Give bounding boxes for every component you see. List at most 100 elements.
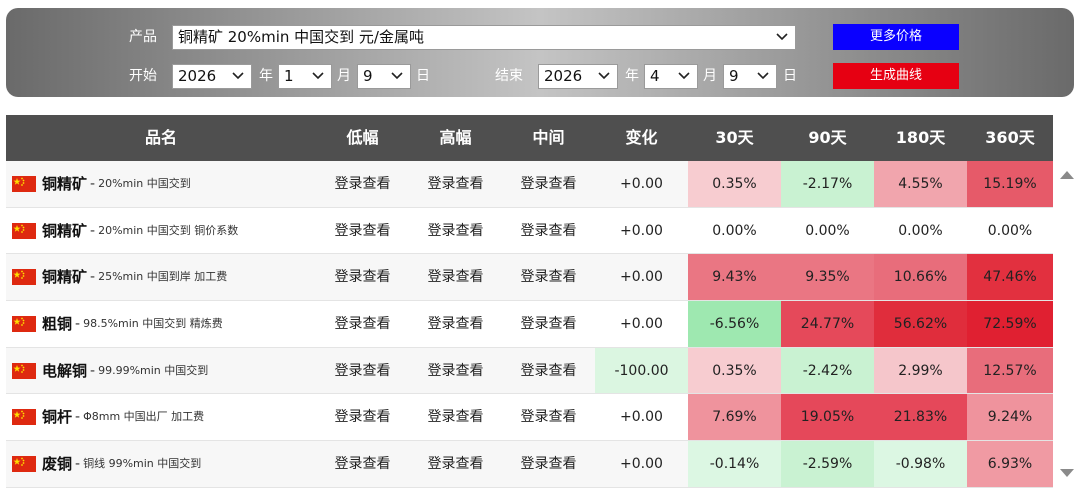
header-high: 高幅 <box>439 128 472 147</box>
table-row[interactable]: 电解铜 -99.99%min 中国交到 登录查看 登录查看 登录查看 -100.00 0.3… <box>6 347 1053 395</box>
table-row[interactable]: 铜精矿 -25%min 中国到岸 加工费 登录查看 登录查看 登录查看 +0.00 9.43… <box>6 254 1053 302</box>
change-360d-cell: 6.93% <box>967 441 1053 487</box>
high-price-cell[interactable]: 登录查看 <box>409 161 502 207</box>
product-cell[interactable]: 铜杆 - Φ8mm 中国出厂 加工费 <box>6 394 316 440</box>
product-name[interactable]: 粗铜 <box>42 301 72 347</box>
header-change: 变化 <box>625 128 658 147</box>
chevron-down-icon <box>678 72 690 80</box>
chevron-down-icon <box>312 72 324 80</box>
header-90d: 90天 <box>808 128 847 147</box>
product-cell[interactable]: 电解铜 -99.99%min 中国交到 <box>6 348 316 394</box>
high-price-cell[interactable]: 登录查看 <box>409 208 502 254</box>
header-180d: 180天 <box>895 128 946 147</box>
end-day-select[interactable]: 9 <box>723 64 777 89</box>
change-360d-cell: 9.24% <box>967 394 1053 441</box>
high-price-cell[interactable]: 登录查看 <box>409 348 502 394</box>
chevron-down-icon <box>598 72 610 80</box>
mid-price-cell[interactable]: 登录查看 <box>502 208 595 254</box>
product-spec: 99.99%min 中国交到 <box>98 363 209 377</box>
header-low: 低幅 <box>346 128 379 147</box>
change-cell: +0.00 <box>620 409 663 426</box>
start-year-select[interactable]: 2026 <box>172 64 252 89</box>
product-cell[interactable]: 废铜 - 铜线 99%min 中国交到 <box>6 441 316 487</box>
change-180d-cell: 4.55% <box>874 161 967 207</box>
china-flag-icon <box>12 222 36 239</box>
high-price-cell[interactable]: 登录查看 <box>409 254 502 300</box>
end-day-unit: 日 <box>783 68 797 84</box>
change-90d-cell: -2.17% <box>781 161 874 207</box>
product-cell[interactable]: 铜精矿 -20%min 中国交到 铜价系数 <box>6 208 316 254</box>
product-name[interactable]: 铜精矿 <box>42 254 87 300</box>
change-180d-cell: 56.62% <box>874 301 967 347</box>
change-360d-cell: 12.57% <box>967 347 1053 394</box>
table-row[interactable]: 废铜 - 铜线 99%min 中国交到 登录查看 登录查看 登录查看 +0.00 -0.14%… <box>6 441 1053 488</box>
low-price-cell[interactable]: 登录查看 <box>316 301 409 347</box>
start-month-value: 1 <box>284 67 294 85</box>
make-chart-button[interactable]: 生成曲线 <box>833 63 959 89</box>
product-name[interactable]: 电解铜 <box>42 348 87 394</box>
change-30d-cell: 7.69% <box>688 394 781 441</box>
start-year-unit: 年 <box>259 68 273 84</box>
table-row[interactable]: 铜精矿 -20%min 中国交到 铜价系数 登录查看 登录查看 登录查看 +0.00 0.0… <box>6 207 1053 255</box>
table-body: 铜精矿 -20%min 中国交到 登录查看 登录查看 登录查看 +0.00 0.35% -2.… <box>6 161 1053 488</box>
product-spec: 98.5%min 中国交到 精炼费 <box>83 316 223 330</box>
low-price-cell[interactable]: 登录查看 <box>316 348 409 394</box>
start-day-select[interactable]: 9 <box>357 64 411 89</box>
scroll-up-arrow-icon[interactable] <box>1059 170 1075 180</box>
mid-price-cell[interactable]: 登录查看 <box>502 301 595 347</box>
header-mid: 中间 <box>532 128 565 147</box>
mid-price-cell[interactable]: 登录查看 <box>502 394 595 440</box>
product-name[interactable]: 铜精矿 <box>42 208 87 254</box>
low-price-cell[interactable]: 登录查看 <box>316 254 409 300</box>
product-name[interactable]: 铜精矿 <box>42 161 87 207</box>
table-row[interactable]: 铜杆 - Φ8mm 中国出厂 加工费 登录查看 登录查看 登录查看 +0.00 7.69% 19… <box>6 394 1053 442</box>
end-year-value: 2026 <box>544 67 583 85</box>
product-label: 产品 <box>129 29 157 45</box>
product-separator: - <box>75 409 81 426</box>
start-month-select[interactable]: 1 <box>278 64 332 89</box>
mid-price-cell[interactable]: 登录查看 <box>502 441 595 487</box>
china-flag-icon <box>12 455 36 472</box>
product-cell[interactable]: 粗铜 -98.5%min 中国交到 精炼费 <box>6 301 316 347</box>
table-row[interactable]: 粗铜 -98.5%min 中国交到 精炼费 登录查看 登录查看 登录查看 +0.00 -6.… <box>6 301 1053 348</box>
low-price-cell[interactable]: 登录查看 <box>316 208 409 254</box>
low-price-cell[interactable]: 登录查看 <box>316 161 409 207</box>
product-name[interactable]: 废铜 <box>42 441 72 487</box>
product-cell[interactable]: 铜精矿 -20%min 中国交到 <box>6 161 316 207</box>
change-360d-cell: 72.59% <box>967 301 1053 347</box>
chevron-down-icon <box>232 72 244 80</box>
mid-price-cell[interactable]: 登录查看 <box>502 161 595 207</box>
end-month-unit: 月 <box>703 68 717 84</box>
change-cell: -100.00 <box>595 347 688 394</box>
table-row[interactable]: 铜精矿 -20%min 中国交到 登录查看 登录查看 登录查看 +0.00 0.35% -2.… <box>6 161 1053 208</box>
china-flag-icon <box>12 175 36 192</box>
high-price-cell[interactable]: 登录查看 <box>409 441 502 487</box>
high-price-cell[interactable]: 登录查看 <box>409 301 502 347</box>
product-spec: 铜线 99%min 中国交到 <box>83 456 202 470</box>
mid-price-cell[interactable]: 登录查看 <box>502 254 595 300</box>
product-select[interactable]: 铜精矿 20%min 中国交到 元/金属吨 <box>172 25 796 50</box>
low-price-cell[interactable]: 登录查看 <box>316 441 409 487</box>
high-price-cell[interactable]: 登录查看 <box>409 394 502 440</box>
product-cell[interactable]: 铜精矿 -25%min 中国到岸 加工费 <box>6 254 316 300</box>
more-prices-button[interactable]: 更多价格 <box>833 24 959 50</box>
scroll-down-arrow-icon[interactable] <box>1059 468 1075 478</box>
product-spec: Φ8mm 中国出厂 加工费 <box>83 410 205 424</box>
change-cell: +0.00 <box>620 222 663 239</box>
price-table: 品名 低幅 高幅 中间 变化 30天 90天 180天 360天 铜精矿 -20%… <box>6 115 1053 488</box>
end-month-select[interactable]: 4 <box>644 64 698 89</box>
table-scrollbar[interactable] <box>1056 162 1078 486</box>
filter-panel: 产品 铜精矿 20%min 中国交到 元/金属吨 更多价格 开始 2026 年 … <box>6 8 1074 97</box>
product-separator: - <box>75 315 81 332</box>
low-price-cell[interactable]: 登录查看 <box>316 394 409 440</box>
header-name: 品名 <box>144 128 177 147</box>
end-label: 结束 <box>495 68 523 84</box>
change-30d-cell: 9.43% <box>688 254 781 301</box>
start-day-unit: 日 <box>416 68 430 84</box>
product-select-value: 铜精矿 20%min 中国交到 元/金属吨 <box>178 28 424 46</box>
change-180d-cell: 0.00% <box>898 222 943 239</box>
mid-price-cell[interactable]: 登录查看 <box>502 348 595 394</box>
end-year-select[interactable]: 2026 <box>538 64 618 89</box>
change-90d-cell: 9.35% <box>781 254 874 301</box>
product-name[interactable]: 铜杆 <box>42 394 72 440</box>
